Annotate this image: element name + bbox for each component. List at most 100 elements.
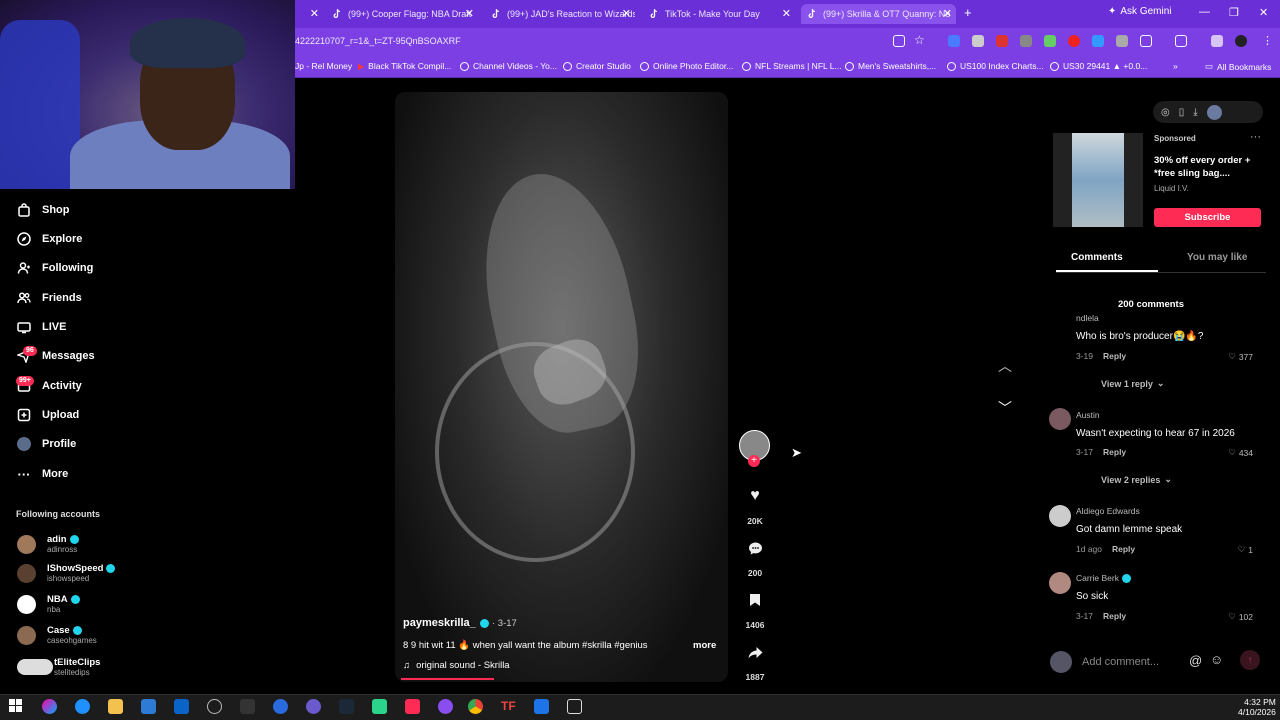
windows-start-icon[interactable] (9, 699, 24, 714)
nav-following[interactable]: Following (16, 260, 93, 276)
mention-icon[interactable]: @ (1189, 653, 1202, 668)
app-icon[interactable] (273, 699, 288, 714)
extension-icon[interactable] (972, 35, 984, 47)
view-replies-button[interactable]: View 2 replies ⌄ (1101, 474, 1172, 485)
minimize-icon[interactable]: — (1199, 6, 1210, 18)
ask-gemini-button[interactable]: ✦ Ask Gemini (1108, 6, 1172, 17)
tab-comments[interactable]: Comments (1071, 252, 1123, 263)
avatar[interactable] (1049, 505, 1071, 527)
media-icon[interactable] (1211, 35, 1223, 47)
comment-user[interactable]: Carrie Berk (1076, 573, 1131, 583)
bookmark-item[interactable]: ▶ Black TikTok Compil... (358, 61, 451, 71)
app-icon[interactable] (534, 699, 549, 714)
close-tab-icon[interactable]: ✕ (465, 7, 474, 20)
file-explorer-icon[interactable] (108, 699, 123, 714)
bookmark-item[interactable]: Men's Sweatshirts,... (845, 61, 936, 71)
video-author[interactable]: paymeskrilla_ (403, 617, 489, 629)
close-tab-icon[interactable]: ✕ (310, 7, 319, 20)
cast-icon[interactable] (893, 35, 905, 47)
settings-icon[interactable] (207, 699, 222, 714)
extension-icon[interactable] (996, 35, 1008, 47)
tab-jad-reaction[interactable]: (99+) JAD's Reaction to Wizards ✕ (485, 4, 635, 24)
view-replies-button[interactable]: View 1 reply ⌄ (1101, 378, 1164, 389)
nav-explore[interactable]: Explore (16, 231, 82, 247)
comment-like[interactable]: ♡ 102 (1228, 611, 1253, 622)
chevron-down-icon[interactable]: ﹀ (998, 398, 1012, 418)
send-button[interactable]: ↑ (1240, 650, 1260, 670)
nav-profile[interactable]: Profile (16, 436, 76, 452)
extension-icon[interactable] (948, 35, 960, 47)
bookmark-star-icon[interactable]: ☆ (914, 33, 925, 47)
reply-button[interactable]: Reply (1103, 611, 1126, 621)
account-adin[interactable]: adin adinross (17, 534, 79, 554)
avatar[interactable] (1049, 408, 1071, 430)
user-avatar-icon[interactable] (1206, 104, 1222, 120)
bookmark-icon[interactable] (745, 590, 765, 610)
bookmark-item[interactable]: Creator Studio (563, 61, 631, 71)
reply-button[interactable]: Reply (1103, 447, 1126, 457)
comment-like[interactable]: ♡ 1 (1238, 544, 1253, 555)
comment-user[interactable]: Aldiego Edwards (1076, 506, 1140, 516)
bookmarks-overflow-icon[interactable]: » (1173, 61, 1178, 71)
app-icon[interactable] (372, 699, 387, 714)
comment-like[interactable]: ♡ 434 (1228, 447, 1253, 458)
app-icon[interactable] (567, 699, 582, 714)
nav-live[interactable]: LIVE (16, 319, 66, 335)
nav-upload[interactable]: Upload (16, 407, 79, 423)
bookmark-item[interactable]: US100 Index Charts... (947, 61, 1044, 71)
emoji-icon[interactable]: ☺ (1210, 652, 1223, 667)
tab-skrilla-active[interactable]: (99+) Skrilla & OT7 Quanny: Ne ✕ (801, 4, 956, 24)
menu-kebab-icon[interactable]: ⋮ (1262, 34, 1273, 47)
profile-avatar-icon[interactable] (1235, 35, 1247, 47)
extension-icon[interactable] (1044, 35, 1056, 47)
url-field[interactable]: 4222210707_r=1&_t=ZT-95QnBSOAXRF (295, 36, 461, 46)
tiktok-taskbar-icon[interactable] (405, 699, 420, 714)
bookmark-item[interactable]: Jp - Rel Money (295, 61, 352, 71)
extension-icon[interactable] (1092, 35, 1104, 47)
add-comment-input[interactable] (1082, 656, 1182, 668)
bookmark-item[interactable]: Channel Videos - Yo... (460, 61, 557, 71)
account-eliteclips[interactable]: tEliteClips stelitedips (17, 657, 100, 677)
download-icon[interactable]: ⤓ (1193, 107, 1197, 118)
extension-icon[interactable] (1020, 35, 1032, 47)
nav-shop[interactable]: Shop (16, 202, 70, 218)
store-icon[interactable] (141, 699, 156, 714)
chrome-icon[interactable] (468, 699, 483, 714)
extension-icon[interactable] (1068, 35, 1080, 47)
reply-button[interactable]: Reply (1112, 544, 1135, 554)
epic-games-icon[interactable] (240, 699, 255, 714)
bookmark-item[interactable]: Online Photo Editor... (640, 61, 733, 71)
more-button[interactable]: more (693, 640, 716, 651)
video-sound[interactable]: ♫ original sound - Skrilla (403, 660, 510, 671)
close-window-icon[interactable]: ✕ (1259, 6, 1268, 19)
share-icon[interactable] (745, 642, 765, 662)
comment-user[interactable]: Austin (1076, 410, 1100, 420)
tab-you-may-like[interactable]: You may like (1187, 252, 1247, 263)
avatar[interactable] (1049, 572, 1071, 594)
bookmark-item[interactable]: NFL Streams | NFL L... (742, 61, 842, 71)
tab-tiktok-home[interactable]: TikTok - Make Your Day ✕ (643, 4, 795, 24)
tab-cooper-flagg[interactable]: (99+) Cooper Flagg: NBA Draft ✕ (326, 4, 478, 24)
compass-icon[interactable]: ◎ (1161, 107, 1170, 118)
chevron-up-icon[interactable]: ︿ (998, 356, 1012, 376)
nav-friends[interactable]: Friends (16, 290, 82, 306)
tab-partial[interactable]: ✕ (295, 4, 323, 24)
copilot-icon[interactable] (42, 699, 57, 714)
sidepanel-icon[interactable] (1175, 35, 1187, 47)
ad-image[interactable] (1053, 133, 1143, 227)
taskbar-clock[interactable]: 4:32 PM 4/10/2026 (1238, 697, 1276, 717)
app-icon[interactable] (438, 699, 453, 714)
close-tab-icon[interactable]: ✕ (622, 7, 631, 20)
restore-icon[interactable]: ❐ (1229, 6, 1239, 19)
nav-more[interactable]: ··· More (16, 466, 69, 482)
account-ishowspeed[interactable]: IShowSpeed ishowspeed (17, 563, 116, 583)
comment-user[interactable]: ndlela (1076, 313, 1099, 323)
ad-menu-icon[interactable]: ··· (1250, 131, 1261, 143)
account-case[interactable]: Case caseohgames (17, 625, 97, 645)
extension-icon[interactable] (1116, 35, 1128, 47)
discord-icon[interactable] (306, 699, 321, 714)
video-progress-bar[interactable] (401, 678, 494, 680)
new-tab-button[interactable]: + (964, 5, 972, 20)
edge-icon[interactable] (75, 699, 90, 714)
follow-plus-icon[interactable]: + (748, 455, 760, 467)
